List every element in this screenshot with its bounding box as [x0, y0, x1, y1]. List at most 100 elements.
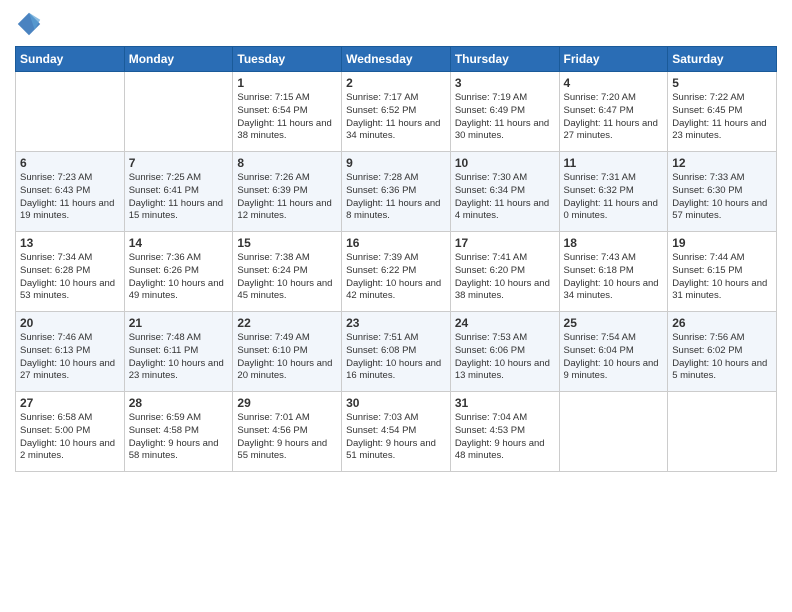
calendar-cell: 12 Sunrise: 7:33 AM Sunset: 6:30 PM Dayli… — [668, 152, 777, 232]
calendar-cell: 23 Sunrise: 7:51 AM Sunset: 6:08 PM Dayli… — [342, 312, 451, 392]
day-info: Sunrise: 7:38 AM Sunset: 6:24 PM Dayligh… — [237, 252, 337, 303]
day-number: 15 — [237, 236, 337, 250]
calendar-cell: 1 Sunrise: 7:15 AM Sunset: 6:54 PM Daylig… — [233, 72, 342, 152]
calendar-cell: 28 Sunrise: 6:59 AM Sunset: 4:58 PM Dayli… — [124, 392, 233, 472]
day-info: Sunrise: 7:26 AM Sunset: 6:39 PM Dayligh… — [237, 172, 337, 223]
calendar-cell: 10Sunrise: 7:30 AM Sunset: 6:34 PM Dayli… — [450, 152, 559, 232]
day-number: 16 — [346, 236, 446, 250]
calendar-week-row: 27 Sunrise: 6:58 AM Sunset: 5:00 PM Dayli… — [16, 392, 777, 472]
day-number: 23 — [346, 316, 446, 330]
day-number: 25 — [564, 316, 664, 330]
calendar-cell: 30 Sunrise: 7:03 AM Sunset: 4:54 PM Dayli… — [342, 392, 451, 472]
calendar-cell: 26 Sunrise: 7:56 AM Sunset: 6:02 PM Dayli… — [668, 312, 777, 392]
day-header-wednesday: Wednesday — [342, 47, 451, 72]
day-info: Sunrise: 6:59 AM Sunset: 4:58 PM Dayligh… — [129, 412, 229, 463]
day-info: Sunrise: 7:43 AM Sunset: 6:18 PM Dayligh… — [564, 252, 664, 303]
day-info: Sunrise: 7:25 AM Sunset: 6:41 PM Dayligh… — [129, 172, 229, 223]
calendar-week-row: 20 Sunrise: 7:46 AM Sunset: 6:13 PM Dayli… — [16, 312, 777, 392]
day-number: 18 — [564, 236, 664, 250]
day-number: 8 — [237, 156, 337, 170]
day-header-tuesday: Tuesday — [233, 47, 342, 72]
day-number: 22 — [237, 316, 337, 330]
calendar-cell — [559, 392, 668, 472]
day-info: Sunrise: 7:15 AM Sunset: 6:54 PM Dayligh… — [237, 92, 337, 143]
calendar-week-row: 6 Sunrise: 7:23 AM Sunset: 6:43 PM Daylig… — [16, 152, 777, 232]
day-number: 5 — [672, 76, 772, 90]
calendar-cell: 18 Sunrise: 7:43 AM Sunset: 6:18 PM Dayli… — [559, 232, 668, 312]
logo — [15, 10, 47, 38]
page-header — [15, 10, 777, 38]
day-number: 31 — [455, 396, 555, 410]
day-info: Sunrise: 7:20 AM Sunset: 6:47 PM Dayligh… — [564, 92, 664, 143]
calendar-week-row: 1 Sunrise: 7:15 AM Sunset: 6:54 PM Daylig… — [16, 72, 777, 152]
calendar-cell: 22 Sunrise: 7:49 AM Sunset: 6:10 PM Dayli… — [233, 312, 342, 392]
day-info: Sunrise: 7:56 AM Sunset: 6:02 PM Dayligh… — [672, 332, 772, 383]
calendar-cell: 14 Sunrise: 7:36 AM Sunset: 6:26 PM Dayli… — [124, 232, 233, 312]
day-info: Sunrise: 7:49 AM Sunset: 6:10 PM Dayligh… — [237, 332, 337, 383]
calendar-table: SundayMondayTuesdayWednesdayThursdayFrid… — [15, 46, 777, 472]
day-number: 10 — [455, 156, 555, 170]
day-info: Sunrise: 7:17 AM Sunset: 6:52 PM Dayligh… — [346, 92, 446, 143]
day-number: 3 — [455, 76, 555, 90]
calendar-cell: 25 Sunrise: 7:54 AM Sunset: 6:04 PM Dayli… — [559, 312, 668, 392]
calendar-cell: 29Sunrise: 7:01 AM Sunset: 4:56 PM Dayli… — [233, 392, 342, 472]
day-info: Sunrise: 7:39 AM Sunset: 6:22 PM Dayligh… — [346, 252, 446, 303]
calendar-week-row: 13 Sunrise: 7:34 AM Sunset: 6:28 PM Dayli… — [16, 232, 777, 312]
calendar-cell: 11Sunrise: 7:31 AM Sunset: 6:32 PM Dayli… — [559, 152, 668, 232]
day-info: Sunrise: 7:31 AM Sunset: 6:32 PM Dayligh… — [564, 172, 664, 223]
day-number: 13 — [20, 236, 120, 250]
day-info: Sunrise: 7:34 AM Sunset: 6:28 PM Dayligh… — [20, 252, 120, 303]
day-info: Sunrise: 7:33 AM Sunset: 6:30 PM Dayligh… — [672, 172, 772, 223]
day-info: Sunrise: 7:22 AM Sunset: 6:45 PM Dayligh… — [672, 92, 772, 143]
day-number: 17 — [455, 236, 555, 250]
day-info: Sunrise: 7:54 AM Sunset: 6:04 PM Dayligh… — [564, 332, 664, 383]
calendar-cell: 31 Sunrise: 7:04 AM Sunset: 4:53 PM Dayli… — [450, 392, 559, 472]
day-info: Sunrise: 7:46 AM Sunset: 6:13 PM Dayligh… — [20, 332, 120, 383]
day-number: 2 — [346, 76, 446, 90]
day-info: Sunrise: 7:23 AM Sunset: 6:43 PM Dayligh… — [20, 172, 120, 223]
day-number: 6 — [20, 156, 120, 170]
day-number: 20 — [20, 316, 120, 330]
day-info: Sunrise: 7:03 AM Sunset: 4:54 PM Dayligh… — [346, 412, 446, 463]
calendar-cell — [16, 72, 125, 152]
calendar-cell: 6 Sunrise: 7:23 AM Sunset: 6:43 PM Daylig… — [16, 152, 125, 232]
day-info: Sunrise: 7:28 AM Sunset: 6:36 PM Dayligh… — [346, 172, 446, 223]
day-number: 9 — [346, 156, 446, 170]
calendar-cell: 21Sunrise: 7:48 AM Sunset: 6:11 PM Dayli… — [124, 312, 233, 392]
calendar-cell: 15 Sunrise: 7:38 AM Sunset: 6:24 PM Dayli… — [233, 232, 342, 312]
day-number: 26 — [672, 316, 772, 330]
day-number: 7 — [129, 156, 229, 170]
calendar-cell: 20 Sunrise: 7:46 AM Sunset: 6:13 PM Dayli… — [16, 312, 125, 392]
day-number: 27 — [20, 396, 120, 410]
day-number: 14 — [129, 236, 229, 250]
calendar-cell — [668, 392, 777, 472]
day-number: 30 — [346, 396, 446, 410]
calendar-cell: 13 Sunrise: 7:34 AM Sunset: 6:28 PM Dayli… — [16, 232, 125, 312]
day-info: Sunrise: 7:48 AM Sunset: 6:11 PM Dayligh… — [129, 332, 229, 383]
calendar-cell: 2 Sunrise: 7:17 AM Sunset: 6:52 PM Daylig… — [342, 72, 451, 152]
calendar-cell: 4Sunrise: 7:20 AM Sunset: 6:47 PM Daylig… — [559, 72, 668, 152]
logo-icon — [15, 10, 43, 38]
calendar-cell: 8 Sunrise: 7:26 AM Sunset: 6:39 PM Daylig… — [233, 152, 342, 232]
calendar-cell: 5 Sunrise: 7:22 AM Sunset: 6:45 PM Daylig… — [668, 72, 777, 152]
calendar-cell: 19Sunrise: 7:44 AM Sunset: 6:15 PM Dayli… — [668, 232, 777, 312]
day-info: Sunrise: 7:19 AM Sunset: 6:49 PM Dayligh… — [455, 92, 555, 143]
day-info: Sunrise: 7:51 AM Sunset: 6:08 PM Dayligh… — [346, 332, 446, 383]
day-header-saturday: Saturday — [668, 47, 777, 72]
calendar-cell — [124, 72, 233, 152]
day-header-sunday: Sunday — [16, 47, 125, 72]
calendar-cell: 24Sunrise: 7:53 AM Sunset: 6:06 PM Dayli… — [450, 312, 559, 392]
day-number: 1 — [237, 76, 337, 90]
day-header-monday: Monday — [124, 47, 233, 72]
calendar-cell: 3 Sunrise: 7:19 AM Sunset: 6:49 PM Daylig… — [450, 72, 559, 152]
day-info: Sunrise: 6:58 AM Sunset: 5:00 PM Dayligh… — [20, 412, 120, 463]
day-number: 28 — [129, 396, 229, 410]
calendar-cell: 9 Sunrise: 7:28 AM Sunset: 6:36 PM Daylig… — [342, 152, 451, 232]
calendar-cell: 27 Sunrise: 6:58 AM Sunset: 5:00 PM Dayli… — [16, 392, 125, 472]
day-info: Sunrise: 7:41 AM Sunset: 6:20 PM Dayligh… — [455, 252, 555, 303]
day-info: Sunrise: 7:36 AM Sunset: 6:26 PM Dayligh… — [129, 252, 229, 303]
day-info: Sunrise: 7:04 AM Sunset: 4:53 PM Dayligh… — [455, 412, 555, 463]
calendar-cell: 7 Sunrise: 7:25 AM Sunset: 6:41 PM Daylig… — [124, 152, 233, 232]
day-header-thursday: Thursday — [450, 47, 559, 72]
day-number: 12 — [672, 156, 772, 170]
